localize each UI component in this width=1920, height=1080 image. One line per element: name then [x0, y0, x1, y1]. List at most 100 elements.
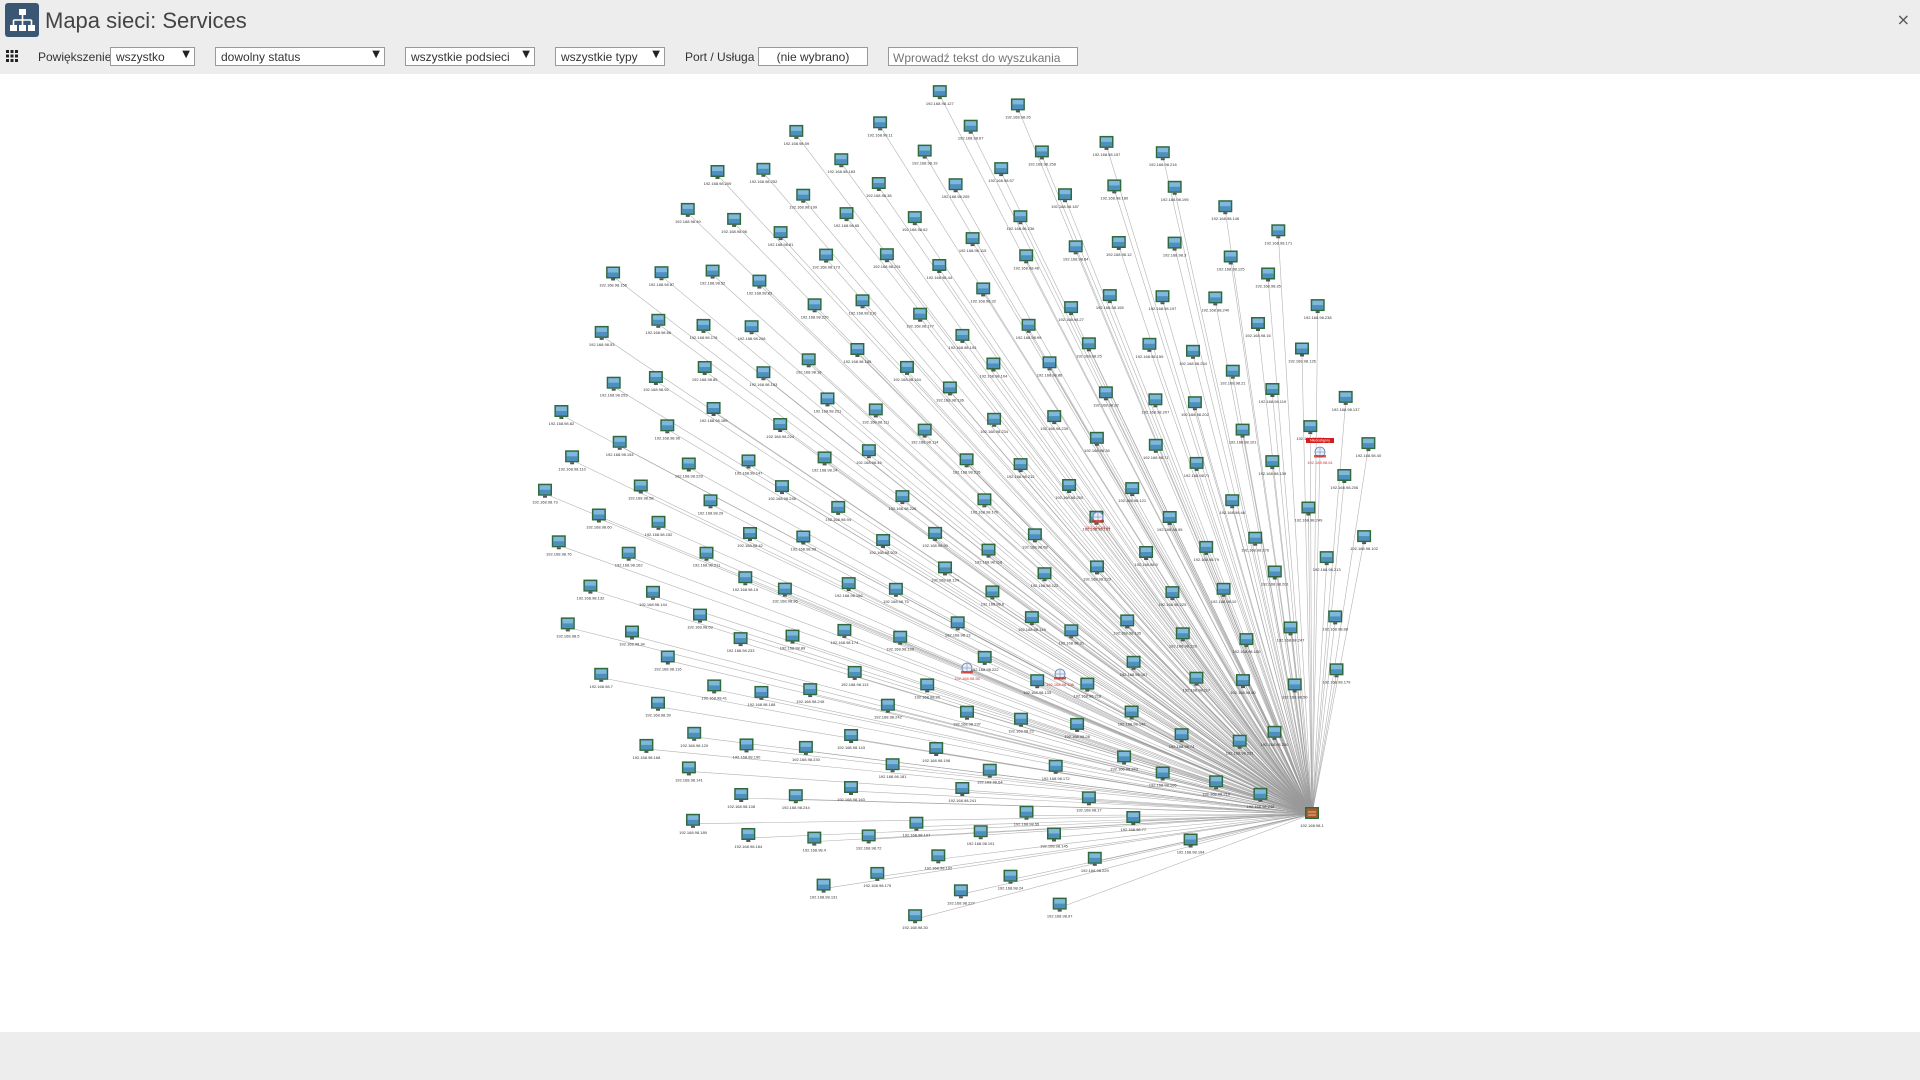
host-node[interactable]: 192.168.98.181 [879, 758, 908, 779]
host-node[interactable]: 192.168.98.53 [589, 325, 615, 347]
host-node[interactable]: 192.168.98.239 [1040, 410, 1069, 431]
host-node[interactable]: 192.168.98.162 [615, 546, 644, 568]
host-node[interactable]: 192.168.98.59 [784, 124, 810, 146]
host-node[interactable]: 192.168.98.156 [599, 266, 628, 288]
host-node[interactable]: 192.168.98.71 [1184, 456, 1210, 478]
host-node[interactable]: 192.168.98.85 [692, 361, 718, 382]
host-node[interactable]: 192.168.98.98 [721, 212, 748, 234]
host-node[interactable]: 192.168.98.73 [532, 483, 559, 505]
host-node[interactable]: 192.168.98.127 [926, 85, 955, 106]
host-node[interactable]: 192.168.98.11 [867, 116, 894, 137]
host-node[interactable]: 192.168.98.26 [1005, 98, 1031, 119]
host-node[interactable]: 192.168.98.87 [649, 266, 675, 287]
status-select[interactable]: dowolny status ▼ [215, 47, 385, 66]
host-node[interactable]: 192.168.98.233 [727, 632, 756, 653]
type-select[interactable]: wszystkie typy ▼ [555, 47, 665, 66]
host-node[interactable]: 192.168.98.83 [747, 274, 773, 296]
host-node[interactable]: 192.168.98.147 [735, 454, 764, 475]
alert-node[interactable]: 192.168.98.138 [1046, 668, 1075, 687]
host-node[interactable]: 192.168.98.254 [1179, 344, 1208, 366]
host-node[interactable]: 192.168.98.75 [883, 582, 909, 604]
host-node[interactable]: 192.168.98.126 [1288, 342, 1317, 364]
host-node[interactable]: 192.168.98.221 [814, 392, 843, 413]
grid-menu-icon[interactable] [6, 50, 18, 62]
host-node[interactable]: 192.168.98.97 [1047, 897, 1073, 919]
host-node[interactable]: 192.168.98.164 [893, 360, 922, 382]
host-node[interactable]: 192.168.98.96 [655, 419, 681, 440]
host-node[interactable]: 192.168.98.168 [632, 738, 661, 760]
host-node[interactable]: 192.168.98.145 [1040, 827, 1069, 849]
host-node[interactable]: 192.168.98.60 [586, 508, 612, 530]
host-node[interactable]: 192.168.98.176 [1241, 531, 1270, 553]
network-map-canvas[interactable]: 192.168.98.170 192.168.98.90 192.168.98.21… [0, 74, 1920, 1032]
host-node[interactable]: 192.168.98.39 [645, 696, 672, 718]
host-node[interactable]: 192.168.98.234 [980, 412, 1009, 434]
port-service-field[interactable]: (nie wybrano) [758, 47, 868, 66]
host-node[interactable]: 192.168.98.102 [1350, 530, 1379, 551]
host-node[interactable]: 192.168.98.155 [1096, 289, 1125, 310]
host-node[interactable]: 192.168.98.203 [869, 534, 898, 555]
host-node[interactable]: 192.168.98.197 [1149, 290, 1178, 311]
host-node[interactable]: 192.168.98.118 [975, 543, 1003, 565]
host-node[interactable]: 192.168.98.42 [737, 527, 764, 548]
host-node[interactable]: 192.168.98.230 [792, 740, 821, 762]
host-node[interactable]: 192.168.98.64 [977, 763, 1003, 785]
host-node[interactable]: 192.168.98.94 [825, 500, 852, 522]
host-node[interactable]: 192.168.98.93 [791, 530, 817, 552]
host-node[interactable]: 192.168.98.110 [558, 450, 587, 471]
host-node[interactable]: 192.168.98.167 [1120, 655, 1149, 677]
host-node[interactable]: 192.168.98.192 [924, 849, 953, 870]
host-node[interactable]: 192.168.98.28 [1064, 717, 1091, 739]
host-node[interactable]: 192.168.98.205 [942, 178, 971, 199]
host-node[interactable]: 192.168.98.120 [680, 726, 709, 748]
host-node[interactable]: 192.168.98.41 [701, 679, 728, 700]
search-input[interactable] [888, 47, 1078, 66]
host-node[interactable]: 192.168.98.149 [1018, 611, 1047, 632]
host-node[interactable]: 192.168.98.202 [1181, 396, 1210, 417]
host-node[interactable]: 192.168.98.189 [679, 813, 708, 835]
host-node[interactable]: 192.168.98.31 [1059, 624, 1085, 645]
host-node[interactable]: 192.168.98.206 [1330, 469, 1359, 490]
host-node[interactable]: 192.168.98.135 [1113, 614, 1142, 635]
host-node[interactable]: 192.168.98.222 [971, 650, 1000, 672]
host-node[interactable]: 192.168.98.65 [834, 207, 860, 228]
host-node[interactable]: 192.168.98.144 [639, 585, 668, 607]
host-node[interactable]: 192.168.98.209 [704, 165, 733, 186]
host-node[interactable]: 192.168.98.220 [801, 298, 830, 319]
host-node[interactable]: 192.168.98.66 [646, 313, 672, 335]
host-node[interactable]: 192.168.98.137 [1332, 390, 1361, 412]
host-node[interactable]: 192.168.98.170 [970, 493, 999, 514]
host-node[interactable]: 192.168.98.190 [733, 738, 762, 759]
host-node[interactable]: 192.168.98.124 [931, 561, 960, 582]
host-node[interactable]: 192.168.98.207 [1141, 393, 1170, 414]
host-node[interactable]: 192.168.98.82 [549, 405, 575, 426]
host-node[interactable]: 192.168.98.224 [766, 418, 795, 439]
host-node[interactable]: 192.168.98.88 [1322, 610, 1349, 631]
host-node[interactable]: 192.168.98.227 [947, 884, 976, 905]
host-node[interactable]: 192.168.98.216 [1149, 146, 1178, 167]
host-node[interactable]: 192.168.98.7 [590, 667, 614, 689]
host-node[interactable]: 192.168.98.36 [1084, 431, 1110, 453]
host-node[interactable]: 192.168.98.32 [970, 282, 997, 303]
host-node[interactable]: 192.168.98.49 [675, 202, 701, 224]
host-node[interactable]: 192.168.98.34 [619, 625, 646, 647]
host-node[interactable]: 192.168.98.90 [922, 526, 949, 548]
host-node[interactable]: 192.168.98.111 [862, 403, 890, 424]
host-node[interactable]: 192.168.98.185 [843, 343, 872, 364]
host-node[interactable]: 192.168.98.250 [1055, 479, 1084, 500]
host-node[interactable]: 192.168.98.159 [1135, 337, 1164, 359]
host-node[interactable]: 192.168.98.12 [1106, 236, 1132, 257]
host-node[interactable]: 192.168.98.175 [863, 866, 892, 888]
host-node[interactable]: 192.168.98.193 [948, 328, 977, 350]
host-node[interactable]: 192.168.98.132 [576, 579, 605, 601]
host-node[interactable]: 192.168.98.184 [734, 828, 763, 849]
host-node[interactable]: 192.168.98.29 [698, 494, 724, 515]
host-node[interactable]: 192.168.98.236 [1006, 210, 1035, 231]
subnet-select[interactable]: wszystkie podsieci ▼ [405, 47, 535, 66]
host-node[interactable]: 192.168.98.101 [1229, 423, 1258, 445]
host-node[interactable]: 192.168.98.199 [789, 188, 818, 210]
zoom-select[interactable]: wszystko ▼ [110, 47, 195, 66]
host-node[interactable]: 192.168.98.210 [849, 294, 878, 315]
host-node[interactable]: 192.168.98.178 [690, 318, 719, 340]
host-node[interactable]: 192.168.98.252 [749, 162, 778, 184]
